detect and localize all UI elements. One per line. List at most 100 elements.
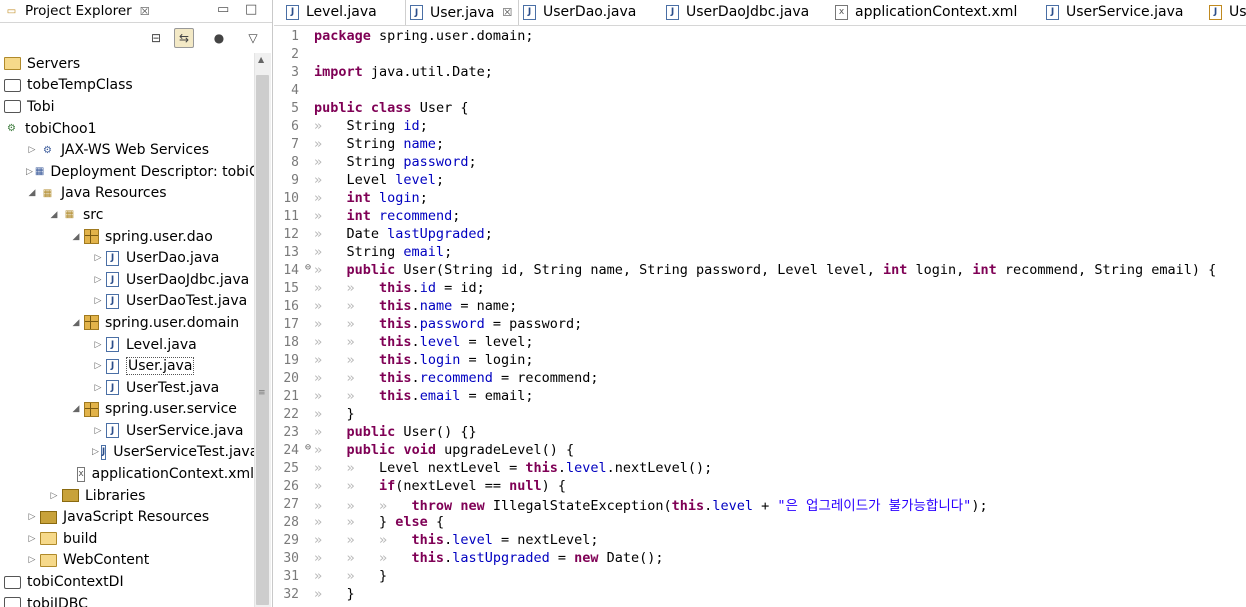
code-line[interactable]: 6 » String id; xyxy=(274,117,1246,135)
tree-item[interactable]: ▷ J UserService.java xyxy=(0,420,254,442)
code-line[interactable]: 5 public class User { xyxy=(274,99,1246,117)
fold-icon[interactable]: ⊖ xyxy=(305,442,311,453)
tree-item[interactable]: ▷ Libraries xyxy=(0,485,254,507)
tree-item[interactable]: ◢ spring.user.domain xyxy=(0,312,254,334)
expand-arrow-icon[interactable]: ▷ xyxy=(26,167,33,177)
editor-tab[interactable]: J User.java ☒ xyxy=(405,0,520,25)
tree-item[interactable]: ◢ ▦ Java Resources xyxy=(0,183,254,205)
code-line[interactable]: 30 » » » this.lastUpgraded = new Date(); xyxy=(274,549,1246,567)
code-line[interactable]: 10 » int login; xyxy=(274,189,1246,207)
tree-item[interactable]: ▷ J UserDaoTest.java xyxy=(0,291,254,313)
code-line[interactable]: 8 » String password; xyxy=(274,153,1246,171)
tree-item[interactable]: Servers xyxy=(0,53,254,75)
tree-item[interactable]: tobiContextDI xyxy=(0,571,254,593)
expand-arrow-icon[interactable]: ▷ xyxy=(92,275,104,285)
tree-item[interactable]: ◢ spring.user.service xyxy=(0,399,254,421)
tree-item[interactable]: ▷ ⚙ JAX-WS Web Services xyxy=(0,139,254,161)
tree-item[interactable]: ▷ J UserTest.java xyxy=(0,377,254,399)
expand-arrow-icon[interactable]: ▷ xyxy=(26,555,38,565)
fold-icon[interactable]: ⊖ xyxy=(305,262,311,273)
tree-item[interactable]: ▷ J UserDao.java xyxy=(0,247,254,269)
tree-item[interactable]: ▷ J UserDaoJdbc.java xyxy=(0,269,254,291)
link-with-editor-icon[interactable]: ⇆ xyxy=(174,28,194,48)
maximize-icon[interactable]: □ xyxy=(245,2,257,17)
editor-tab[interactable]: x applicationContext.xml xyxy=(835,0,1017,24)
tree-item[interactable]: ◢ ▦ src xyxy=(0,204,254,226)
scroll-up-icon[interactable]: ▲ xyxy=(258,55,264,64)
editor-tab[interactable]: J Us xyxy=(1209,0,1246,24)
code-line[interactable]: 18 » » this.level = level; xyxy=(274,333,1246,351)
code-line[interactable]: 7 » String name; xyxy=(274,135,1246,153)
expand-arrow-icon[interactable]: ▷ xyxy=(92,426,104,436)
minimize-icon[interactable]: ▭ xyxy=(217,2,229,17)
editor-tab[interactable]: J UserDaoJdbc.java xyxy=(666,0,809,24)
tree-item[interactable]: x applicationContext.xml xyxy=(0,463,254,485)
expand-arrow-icon[interactable]: ▷ xyxy=(92,253,104,263)
scrollbar-thumb[interactable] xyxy=(256,75,269,605)
editor-tab[interactable]: J UserService.java xyxy=(1046,0,1183,24)
code-line[interactable]: 12 » Date lastUpgraded; xyxy=(274,225,1246,243)
expand-arrow-icon[interactable]: ▷ xyxy=(48,491,60,501)
tree-item[interactable]: ▷ WebContent xyxy=(0,550,254,572)
code-line[interactable]: 1 package spring.user.domain; xyxy=(274,27,1246,45)
code-line[interactable]: 31 » » } xyxy=(274,567,1246,585)
code-line[interactable]: 17 » » this.password = password; xyxy=(274,315,1246,333)
code-line[interactable]: 19 » » this.login = login; xyxy=(274,351,1246,369)
tree-item[interactable]: tobeTempClass xyxy=(0,75,254,97)
collapse-arrow-icon[interactable]: ◢ xyxy=(70,404,82,414)
tree-item[interactable]: ▷ J User.java xyxy=(0,355,254,377)
code-line[interactable]: 20 » » this.recommend = recommend; xyxy=(274,369,1246,387)
code-line[interactable]: 16 » » this.name = name; xyxy=(274,297,1246,315)
expand-arrow-icon[interactable]: ▷ xyxy=(92,296,104,306)
code-area[interactable]: 1 package spring.user.domain; 2 3 import jav… xyxy=(274,27,1246,603)
collapse-arrow-icon[interactable]: ◢ xyxy=(26,188,38,198)
view-menu-icon[interactable]: ▽ xyxy=(244,29,262,47)
code-line[interactable]: 9 » Level level; xyxy=(274,171,1246,189)
focus-icon[interactable]: ● xyxy=(210,29,228,47)
code-line[interactable]: 14 ⊖» public User(String id, String name,… xyxy=(274,261,1246,279)
tree-item[interactable]: Tobi xyxy=(0,96,254,118)
tree-item[interactable]: ▷ J Level.java xyxy=(0,334,254,356)
code-line[interactable]: 32 » } xyxy=(274,585,1246,603)
collapse-arrow-icon[interactable]: ◢ xyxy=(48,210,60,220)
editor-tab[interactable]: J Level.java xyxy=(286,0,377,24)
expand-arrow-icon[interactable]: ▷ xyxy=(26,512,38,522)
code-line[interactable]: 23 » public User() {} xyxy=(274,423,1246,441)
code-line[interactable]: 26 » » if(nextLevel == null) { xyxy=(274,477,1246,495)
tree-item[interactable]: ▷ J UserServiceTest.java xyxy=(0,442,258,464)
code-line[interactable]: 28 » » } else { xyxy=(274,513,1246,531)
code-line[interactable]: 22 » } xyxy=(274,405,1246,423)
collapse-arrow-icon[interactable]: ◢ xyxy=(70,232,82,242)
code-line[interactable]: 21 » » this.email = email; xyxy=(274,387,1246,405)
tree-item[interactable]: tobiJDBC xyxy=(0,593,254,607)
close-icon[interactable]: ☒ xyxy=(140,5,150,18)
code-line[interactable]: 2 xyxy=(274,45,1246,63)
tree-item[interactable]: ▷ build xyxy=(0,528,254,550)
code-line[interactable]: 24 ⊖» public void upgradeLevel() { xyxy=(274,441,1246,459)
expand-arrow-icon[interactable]: ▷ xyxy=(92,383,104,393)
explorer-scrollbar[interactable]: ▲ ≡ xyxy=(254,53,271,607)
expand-arrow-icon[interactable]: ▷ xyxy=(26,145,38,155)
whitespace-marker: » xyxy=(314,172,347,188)
code-line[interactable]: 27 » » » throw new IllegalStateException(… xyxy=(274,495,1246,515)
code-line[interactable]: 11 » int recommend; xyxy=(274,207,1246,225)
expand-arrow-icon[interactable]: ▷ xyxy=(92,361,104,371)
code-line[interactable]: 3 import java.util.Date; xyxy=(274,63,1246,81)
close-icon[interactable]: ☒ xyxy=(502,6,512,19)
code-line[interactable]: 25 » » Level nextLevel = this.level.nextL… xyxy=(274,459,1246,477)
code-line[interactable]: 13 » String email; xyxy=(274,243,1246,261)
editor-tab[interactable]: J UserDao.java xyxy=(523,0,636,24)
expand-arrow-icon[interactable]: ▷ xyxy=(92,447,99,457)
code-line[interactable]: 29 » » » this.level = nextLevel; xyxy=(274,531,1246,549)
tree-item[interactable]: ▷ JavaScript Resources xyxy=(0,506,254,528)
expand-arrow-icon[interactable]: ▷ xyxy=(26,534,38,544)
code-line[interactable]: 4 xyxy=(274,81,1246,99)
tab-project-explorer[interactable]: ▭ Project Explorer ☒ xyxy=(0,0,156,22)
collapse-arrow-icon[interactable]: ◢ xyxy=(70,318,82,328)
tree-item[interactable]: ▷ ▦ Deployment Descriptor: tobiCh xyxy=(0,161,268,183)
code-line[interactable]: 15 » » this.id = id; xyxy=(274,279,1246,297)
expand-arrow-icon[interactable]: ▷ xyxy=(92,340,104,350)
tree-item[interactable]: ⚙ tobiChoo1 xyxy=(0,118,254,140)
tree-item[interactable]: ◢ spring.user.dao xyxy=(0,226,254,248)
collapse-all-icon[interactable]: ⊟ xyxy=(147,29,165,47)
